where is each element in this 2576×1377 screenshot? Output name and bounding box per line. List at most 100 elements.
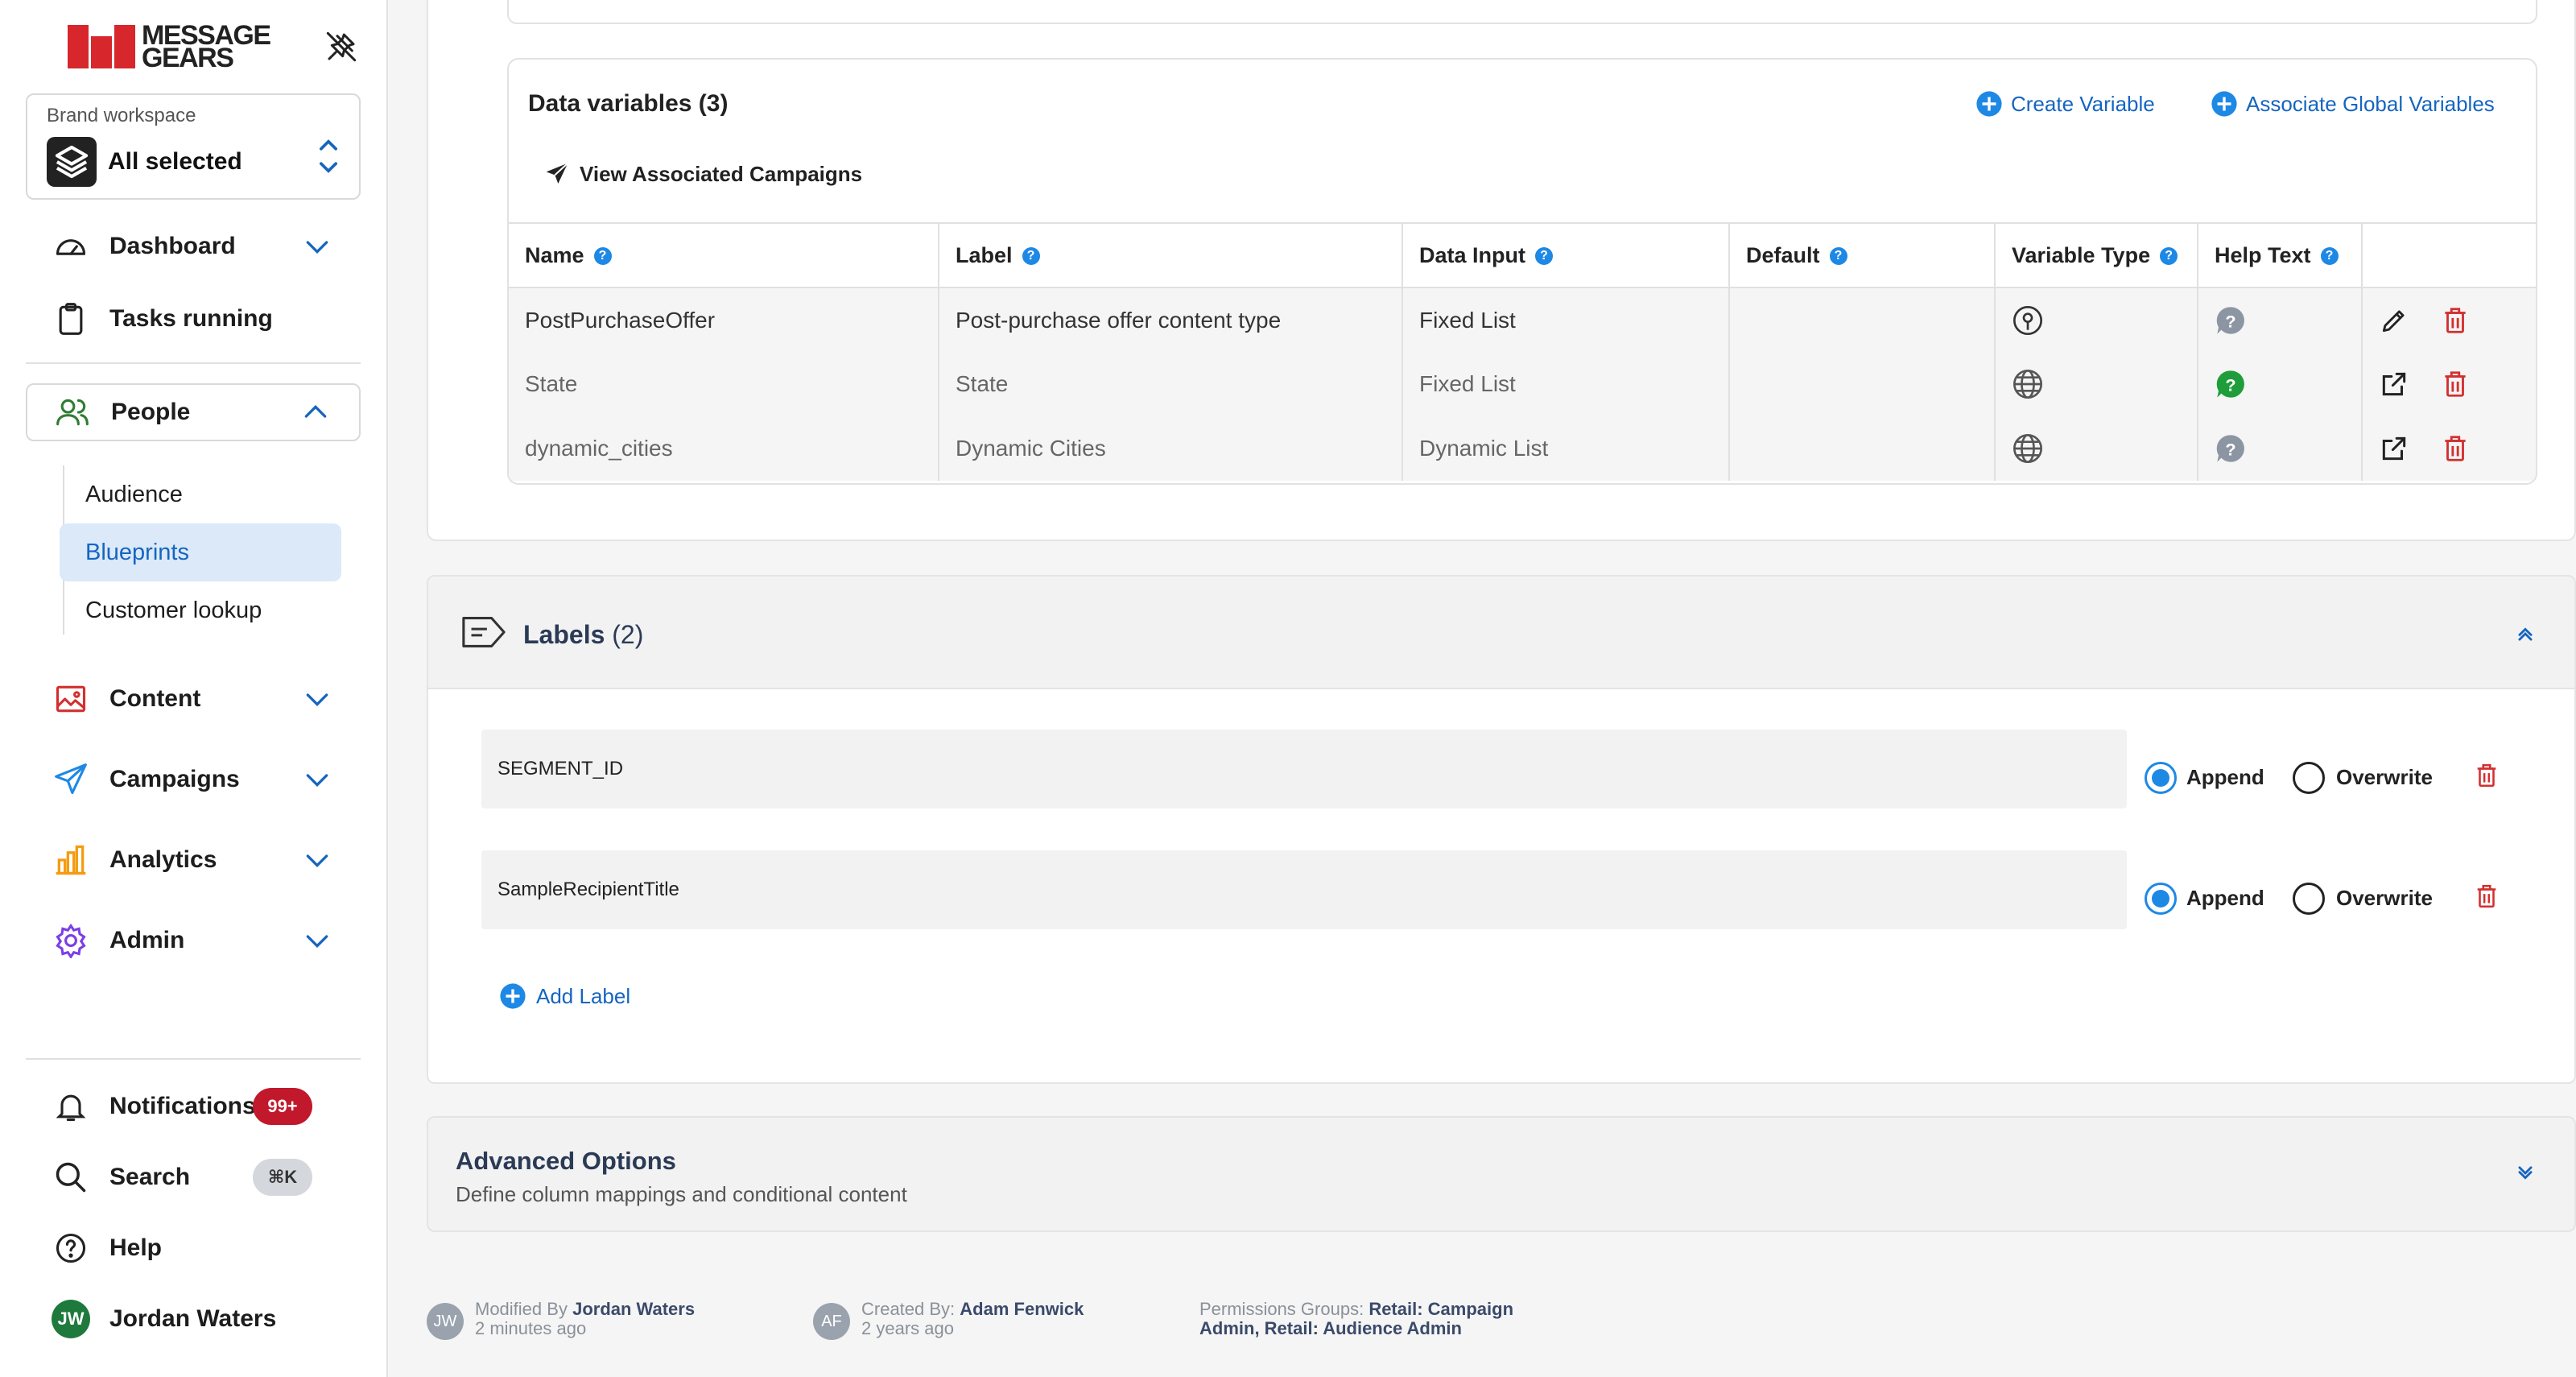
modified-by-name: Jordan Waters [572, 1299, 696, 1319]
data-variables-table: Name? Label? Data Input? Default? Variab… [509, 222, 2536, 481]
cell-label: Post-purchase offer content type [939, 287, 1403, 352]
permissions-line2: Admin, Retail: Audience Admin [1199, 1318, 1462, 1338]
trash-icon[interactable] [2473, 881, 2500, 912]
column-header-label[interactable]: Label? [939, 222, 1403, 288]
created-time: 2 years ago [861, 1318, 954, 1338]
external-link-icon[interactable] [2379, 433, 2409, 464]
table-row[interactable]: State State Fixed List ? [509, 352, 2536, 416]
workspace-selector[interactable]: Brand workspace All selected [26, 93, 361, 200]
chevron-down-icon[interactable] [301, 683, 333, 715]
chevron-down-icon[interactable] [301, 844, 333, 876]
advanced-options-panel[interactable]: Advanced Options Define column mappings … [427, 1116, 2576, 1232]
nav-notifications[interactable]: Notifications 99+ [26, 1077, 361, 1135]
table-header-row: Name? Label? Data Input? Default? Variab… [509, 222, 2536, 288]
nav-campaigns[interactable]: Campaigns [26, 751, 361, 808]
pencil-icon[interactable] [2379, 305, 2409, 336]
help-badge-icon[interactable]: ? [1022, 247, 1040, 266]
plus-circle-icon [500, 983, 526, 1009]
append-radio[interactable] [2145, 883, 2177, 915]
nav-content[interactable]: Content [26, 670, 361, 728]
cell-actions [2362, 416, 2536, 481]
advanced-options-subtitle: Define column mappings and conditional c… [456, 1182, 907, 1206]
nav-admin-label: Admin [109, 927, 185, 953]
column-header-name[interactable]: Name? [509, 222, 939, 288]
chevron-down-icon[interactable] [301, 924, 333, 957]
nav-analytics[interactable]: Analytics [26, 831, 361, 889]
column-header-variable-type[interactable]: Variable Type? [1995, 222, 2198, 288]
table-row[interactable]: PostPurchaseOffer Post-purchase offer co… [509, 287, 2536, 352]
column-header-default[interactable]: Default? [1729, 222, 1996, 288]
brand-logo[interactable]: MESSAGE GEARS [68, 22, 271, 72]
chevron-down-icon[interactable] [301, 230, 333, 263]
cell-variable-type [1995, 416, 2198, 481]
subnav-audience[interactable]: Audience [60, 465, 341, 523]
help-circle-icon [56, 1233, 86, 1263]
dashboard-gauge-icon [56, 239, 86, 255]
external-link-icon[interactable] [2379, 369, 2409, 399]
cell-data-input: Dynamic List [1402, 416, 1730, 481]
trash-icon[interactable] [2440, 369, 2471, 399]
labels-header[interactable]: Labels (2) [428, 577, 2574, 689]
nav-dashboard[interactable]: Dashboard [26, 217, 361, 275]
nav-user-profile[interactable]: JW Jordan Waters [26, 1290, 361, 1348]
cell-actions [2362, 352, 2536, 416]
chevron-updown-icon [320, 139, 337, 173]
nav-admin[interactable]: Admin [26, 912, 361, 970]
trash-icon[interactable] [2473, 760, 2500, 791]
help-badge-icon[interactable]: ? [2320, 247, 2339, 266]
globe-icon [2013, 434, 2042, 463]
overwrite-radio[interactable] [2293, 883, 2325, 915]
created-prefix: Created By: [861, 1299, 956, 1319]
chevron-double-up-icon[interactable] [2512, 620, 2539, 647]
trash-icon[interactable] [2440, 433, 2471, 464]
chevron-double-down-icon[interactable] [2512, 1160, 2539, 1187]
gear-icon [56, 923, 86, 958]
column-header-help-text[interactable]: Help Text? [2198, 222, 2363, 288]
subnav-customer-lookup[interactable]: Customer lookup [60, 581, 341, 639]
help-badge-icon[interactable]: ? [2160, 247, 2178, 266]
view-associated-campaigns-button[interactable]: View Associated Campaigns [544, 161, 862, 187]
bar-chart-icon [56, 845, 86, 875]
nav-tasks-label: Tasks running [109, 305, 273, 332]
previous-card [507, 0, 2537, 24]
append-radio[interactable] [2145, 762, 2177, 794]
help-badge-icon[interactable]: ? [1829, 247, 1847, 266]
help-bubble-green-icon[interactable]: ? [2215, 368, 2247, 400]
plus-circle-icon [1976, 91, 2002, 117]
add-label-button[interactable]: Add Label [499, 982, 630, 1010]
nav-search-label: Search [109, 1164, 191, 1190]
help-bubble-gray-icon[interactable]: ? [2215, 432, 2247, 465]
label-field[interactable]: SEGMENT_ID [481, 730, 2127, 808]
nav-help-label: Help [109, 1234, 163, 1261]
cell-label: Dynamic Cities [939, 416, 1403, 481]
permissions-prefix: Permissions Groups: [1199, 1299, 1364, 1319]
unpin-icon[interactable] [325, 31, 357, 63]
view-associated-campaigns-label: View Associated Campaigns [580, 161, 863, 186]
nav-campaigns-label: Campaigns [109, 766, 240, 792]
help-bubble-gray-icon[interactable]: ? [2215, 304, 2247, 337]
subnav-blueprints[interactable]: Blueprints [60, 523, 341, 581]
overwrite-radio[interactable] [2293, 762, 2325, 794]
location-pin-icon [2013, 305, 2042, 335]
trash-icon[interactable] [2440, 305, 2471, 336]
cell-variable-type [1995, 287, 2198, 352]
cell-actions [2362, 287, 2536, 352]
permissions-line1: Retail: Campaign [1368, 1299, 1514, 1319]
create-variable-button[interactable]: Create Variable [1975, 90, 2155, 118]
label-field[interactable]: SampleRecipientTitle [481, 850, 2127, 929]
column-header-data-input[interactable]: Data Input? [1402, 222, 1730, 288]
nav-people[interactable]: People [26, 383, 361, 441]
cell-label: State [939, 352, 1403, 416]
associate-global-variables-button[interactable]: Associate Global Variables [2211, 90, 2495, 118]
nav-help[interactable]: Help [26, 1219, 361, 1277]
help-badge-icon[interactable]: ? [1535, 247, 1553, 266]
clipboard-icon [59, 303, 83, 335]
help-badge-icon[interactable]: ? [593, 247, 612, 266]
nav-tasks-running[interactable]: Tasks running [26, 290, 361, 348]
cell-help-text: ? [2198, 416, 2363, 481]
chevron-up-icon[interactable] [299, 396, 332, 428]
chevron-down-icon[interactable] [301, 763, 333, 796]
nav-search[interactable]: Search ⌘K [26, 1148, 361, 1206]
globe-icon [2013, 370, 2042, 399]
table-row[interactable]: dynamic_cities Dynamic Cities Dynamic Li… [509, 416, 2536, 481]
